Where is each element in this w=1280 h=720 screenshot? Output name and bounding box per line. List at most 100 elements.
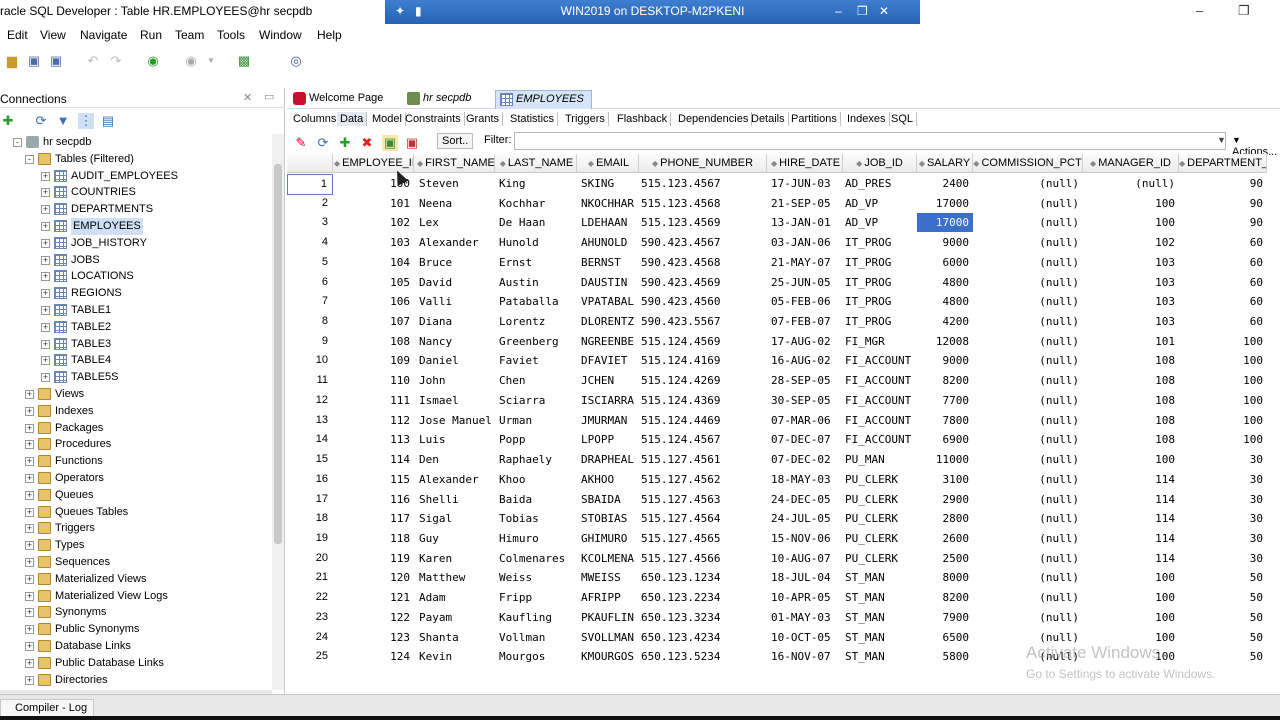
table-cell[interactable]: 101 xyxy=(1083,332,1179,351)
table-cell[interactable]: 107 xyxy=(334,312,414,331)
tab-indexes[interactable]: Indexes xyxy=(844,112,890,126)
table-cell[interactable]: 103 xyxy=(1083,253,1179,272)
row-number[interactable]: 2 xyxy=(287,194,333,213)
table-cell[interactable]: Steven xyxy=(417,174,495,193)
table-cell[interactable]: DLORENTZ xyxy=(579,312,639,331)
table-cell[interactable]: 15-NOV-06 xyxy=(769,529,843,548)
pin-icon[interactable]: ✎ xyxy=(293,135,309,151)
table-cell[interactable]: (null) xyxy=(973,430,1083,449)
tab-columns[interactable]: Columns xyxy=(290,112,341,126)
tree-item[interactable]: + Materialized View Logs xyxy=(0,588,272,605)
table-cell[interactable]: Daniel xyxy=(417,351,495,370)
table-cell[interactable]: DFAVIET xyxy=(579,351,639,370)
filter-icon[interactable]: ▼ xyxy=(55,113,71,129)
table-cell[interactable]: 30 xyxy=(1179,490,1267,509)
table-cell[interactable]: 4800 xyxy=(917,292,973,311)
table-cell[interactable]: Alexander xyxy=(417,470,495,489)
table-cell[interactable]: 17-JUN-03 xyxy=(769,174,843,193)
grid-horizontal-scrollbar[interactable] xyxy=(287,684,1267,692)
table-cell[interactable]: 4800 xyxy=(917,273,973,292)
minimize-panel-icon[interactable]: ▭ xyxy=(264,90,274,103)
table-cell[interactable]: 6900 xyxy=(917,430,973,449)
tab-grants[interactable]: Grants xyxy=(463,112,504,126)
table-cell[interactable]: De Haan xyxy=(497,213,577,232)
table-cell[interactable]: Urman xyxy=(497,411,577,430)
expand-icon[interactable]: + xyxy=(25,608,34,618)
row-number[interactable]: 4 xyxy=(287,233,333,252)
table-cell[interactable]: Neena xyxy=(417,194,495,213)
table-cell[interactable]: Vollman xyxy=(497,628,577,647)
column-header[interactable]: ◆ EMAIL xyxy=(579,154,639,173)
table-cell[interactable]: Valli xyxy=(417,292,495,311)
expand-icon[interactable]: + xyxy=(41,322,50,332)
menu-help[interactable]: Help xyxy=(317,28,342,42)
expand-icon[interactable]: + xyxy=(25,558,34,567)
table-cell[interactable]: King xyxy=(497,174,577,193)
table-cell[interactable]: 114 xyxy=(1083,509,1179,528)
table-cell[interactable]: IT_PROG xyxy=(843,292,917,311)
table-cell[interactable]: FI_ACCOUNT xyxy=(843,351,917,370)
table-cell[interactable]: (null) xyxy=(973,292,1083,311)
table-cell[interactable]: 05-FEB-06 xyxy=(769,292,843,311)
table-cell[interactable]: David xyxy=(417,273,495,292)
table-cell[interactable]: 515.127.4561 xyxy=(639,450,767,469)
table-row[interactable]: 2 101 Neena Kochhar NKOCHHAR 515.123.4568 21-S… xyxy=(287,194,1267,214)
table-row[interactable]: 18 117 Sigal Tobias STOBIAS 515.127.4564 24-JU… xyxy=(287,509,1267,529)
table-cell[interactable]: 650.123.5234 xyxy=(639,647,767,666)
table-cell[interactable]: 123 xyxy=(334,628,414,647)
expand-icon[interactable]: + xyxy=(25,541,34,551)
expand-icon[interactable]: + xyxy=(25,406,34,416)
table-cell[interactable]: (null) xyxy=(973,568,1083,587)
table-cell[interactable]: 108 xyxy=(1083,351,1179,370)
expand-icon[interactable]: + xyxy=(25,591,34,601)
table-cell[interactable]: Payam xyxy=(417,608,495,627)
table-cell[interactable]: 16-NOV-07 xyxy=(769,647,843,666)
schema-browser-icon[interactable]: ⋮ xyxy=(78,113,94,129)
tree-item[interactable]: + JOBS xyxy=(0,252,272,269)
table-cell[interactable]: 112 xyxy=(334,411,414,430)
tree-item[interactable]: + Directories xyxy=(0,672,272,689)
table-cell[interactable]: FI_ACCOUNT xyxy=(843,411,917,430)
tab-hr-secpdb[interactable]: hr secpdb xyxy=(403,90,489,109)
table-cell[interactable]: 114 xyxy=(1083,470,1179,489)
expand-icon[interactable]: + xyxy=(25,574,34,584)
table-cell[interactable]: 103 xyxy=(1083,292,1179,311)
table-cell[interactable]: Hunold xyxy=(497,233,577,252)
table-cell[interactable]: (null) xyxy=(973,371,1083,390)
table-cell[interactable]: SVOLLMAN xyxy=(579,628,639,647)
table-cell[interactable]: 100 xyxy=(1179,411,1267,430)
table-cell[interactable]: (null) xyxy=(973,233,1083,252)
table-row[interactable]: 11 110 John Chen JCHEN 515.124.4269 28-SEP-05 F… xyxy=(287,371,1267,391)
table-cell[interactable]: PU_CLERK xyxy=(843,549,917,568)
table-cell[interactable]: 121 xyxy=(334,588,414,607)
row-number[interactable]: 6 xyxy=(287,273,333,292)
table-cell[interactable]: 2600 xyxy=(917,529,973,548)
table-row[interactable]: 6 105 David Austin DAUSTIN 590.423.4569 25-JUN… xyxy=(287,273,1267,293)
table-cell[interactable]: (null) xyxy=(973,253,1083,272)
table-cell[interactable]: 01-MAY-03 xyxy=(769,608,843,627)
table-cell[interactable]: 30-SEP-05 xyxy=(769,391,843,410)
insert-row-icon[interactable]: ✚ xyxy=(337,135,353,151)
row-number[interactable]: 3 xyxy=(287,213,333,232)
close-icon[interactable]: ✕ xyxy=(879,4,889,18)
row-number[interactable]: 1 xyxy=(287,174,333,195)
table-cell[interactable]: 50 xyxy=(1179,608,1267,627)
tree-item[interactable]: + TABLE4 xyxy=(0,352,272,369)
expand-icon[interactable]: + xyxy=(41,222,50,231)
expand-icon[interactable]: + xyxy=(25,390,34,399)
table-cell[interactable]: SKING xyxy=(579,174,639,193)
column-header[interactable]: ◆ JOB_ID xyxy=(843,154,917,173)
row-number[interactable]: 24 xyxy=(287,628,333,647)
row-number[interactable]: 8 xyxy=(287,312,333,331)
tree-item[interactable]: + Public Database Links xyxy=(0,655,272,672)
table-cell[interactable]: 124 xyxy=(334,647,414,666)
table-cell[interactable]: 103 xyxy=(1083,273,1179,292)
table-cell[interactable]: 650.123.1234 xyxy=(639,568,767,587)
undo-icon[interactable]: ↶ xyxy=(85,53,101,69)
table-cell[interactable]: 11000 xyxy=(917,450,973,469)
table-cell[interactable]: (null) xyxy=(973,213,1083,232)
table-cell[interactable]: DAUSTIN xyxy=(579,273,639,292)
table-cell[interactable]: Chen xyxy=(497,371,577,390)
table-cell[interactable]: 8200 xyxy=(917,371,973,390)
table-cell[interactable]: PU_CLERK xyxy=(843,529,917,548)
